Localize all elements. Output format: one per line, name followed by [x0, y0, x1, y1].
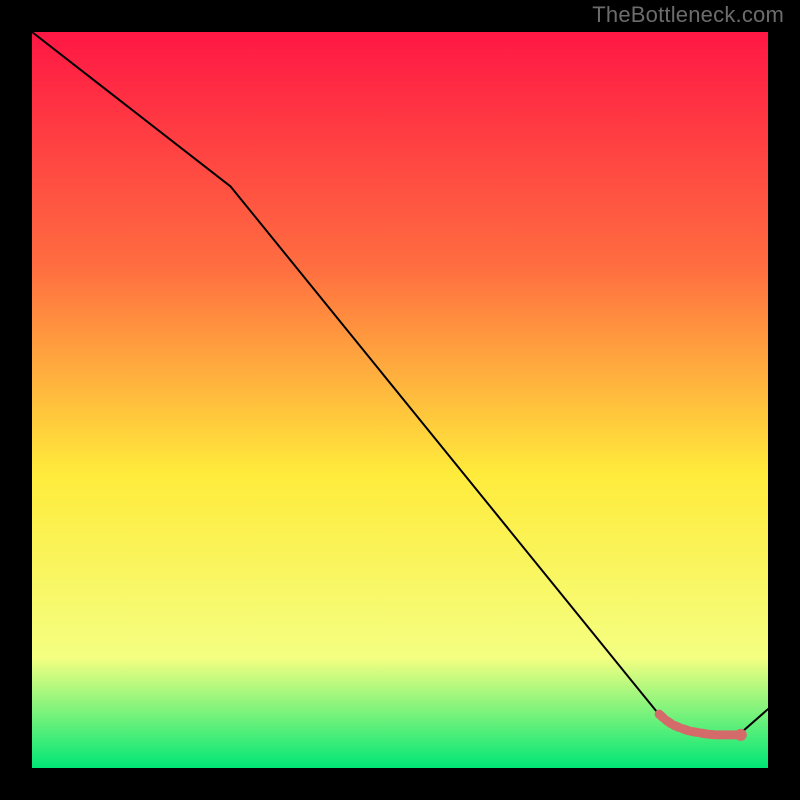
plot-area — [32, 32, 768, 768]
chart-frame: TheBottleneck.com — [0, 0, 800, 800]
bottleneck-chart — [32, 32, 768, 768]
watermark-label: TheBottleneck.com — [592, 2, 784, 28]
gradient-background — [32, 32, 768, 768]
